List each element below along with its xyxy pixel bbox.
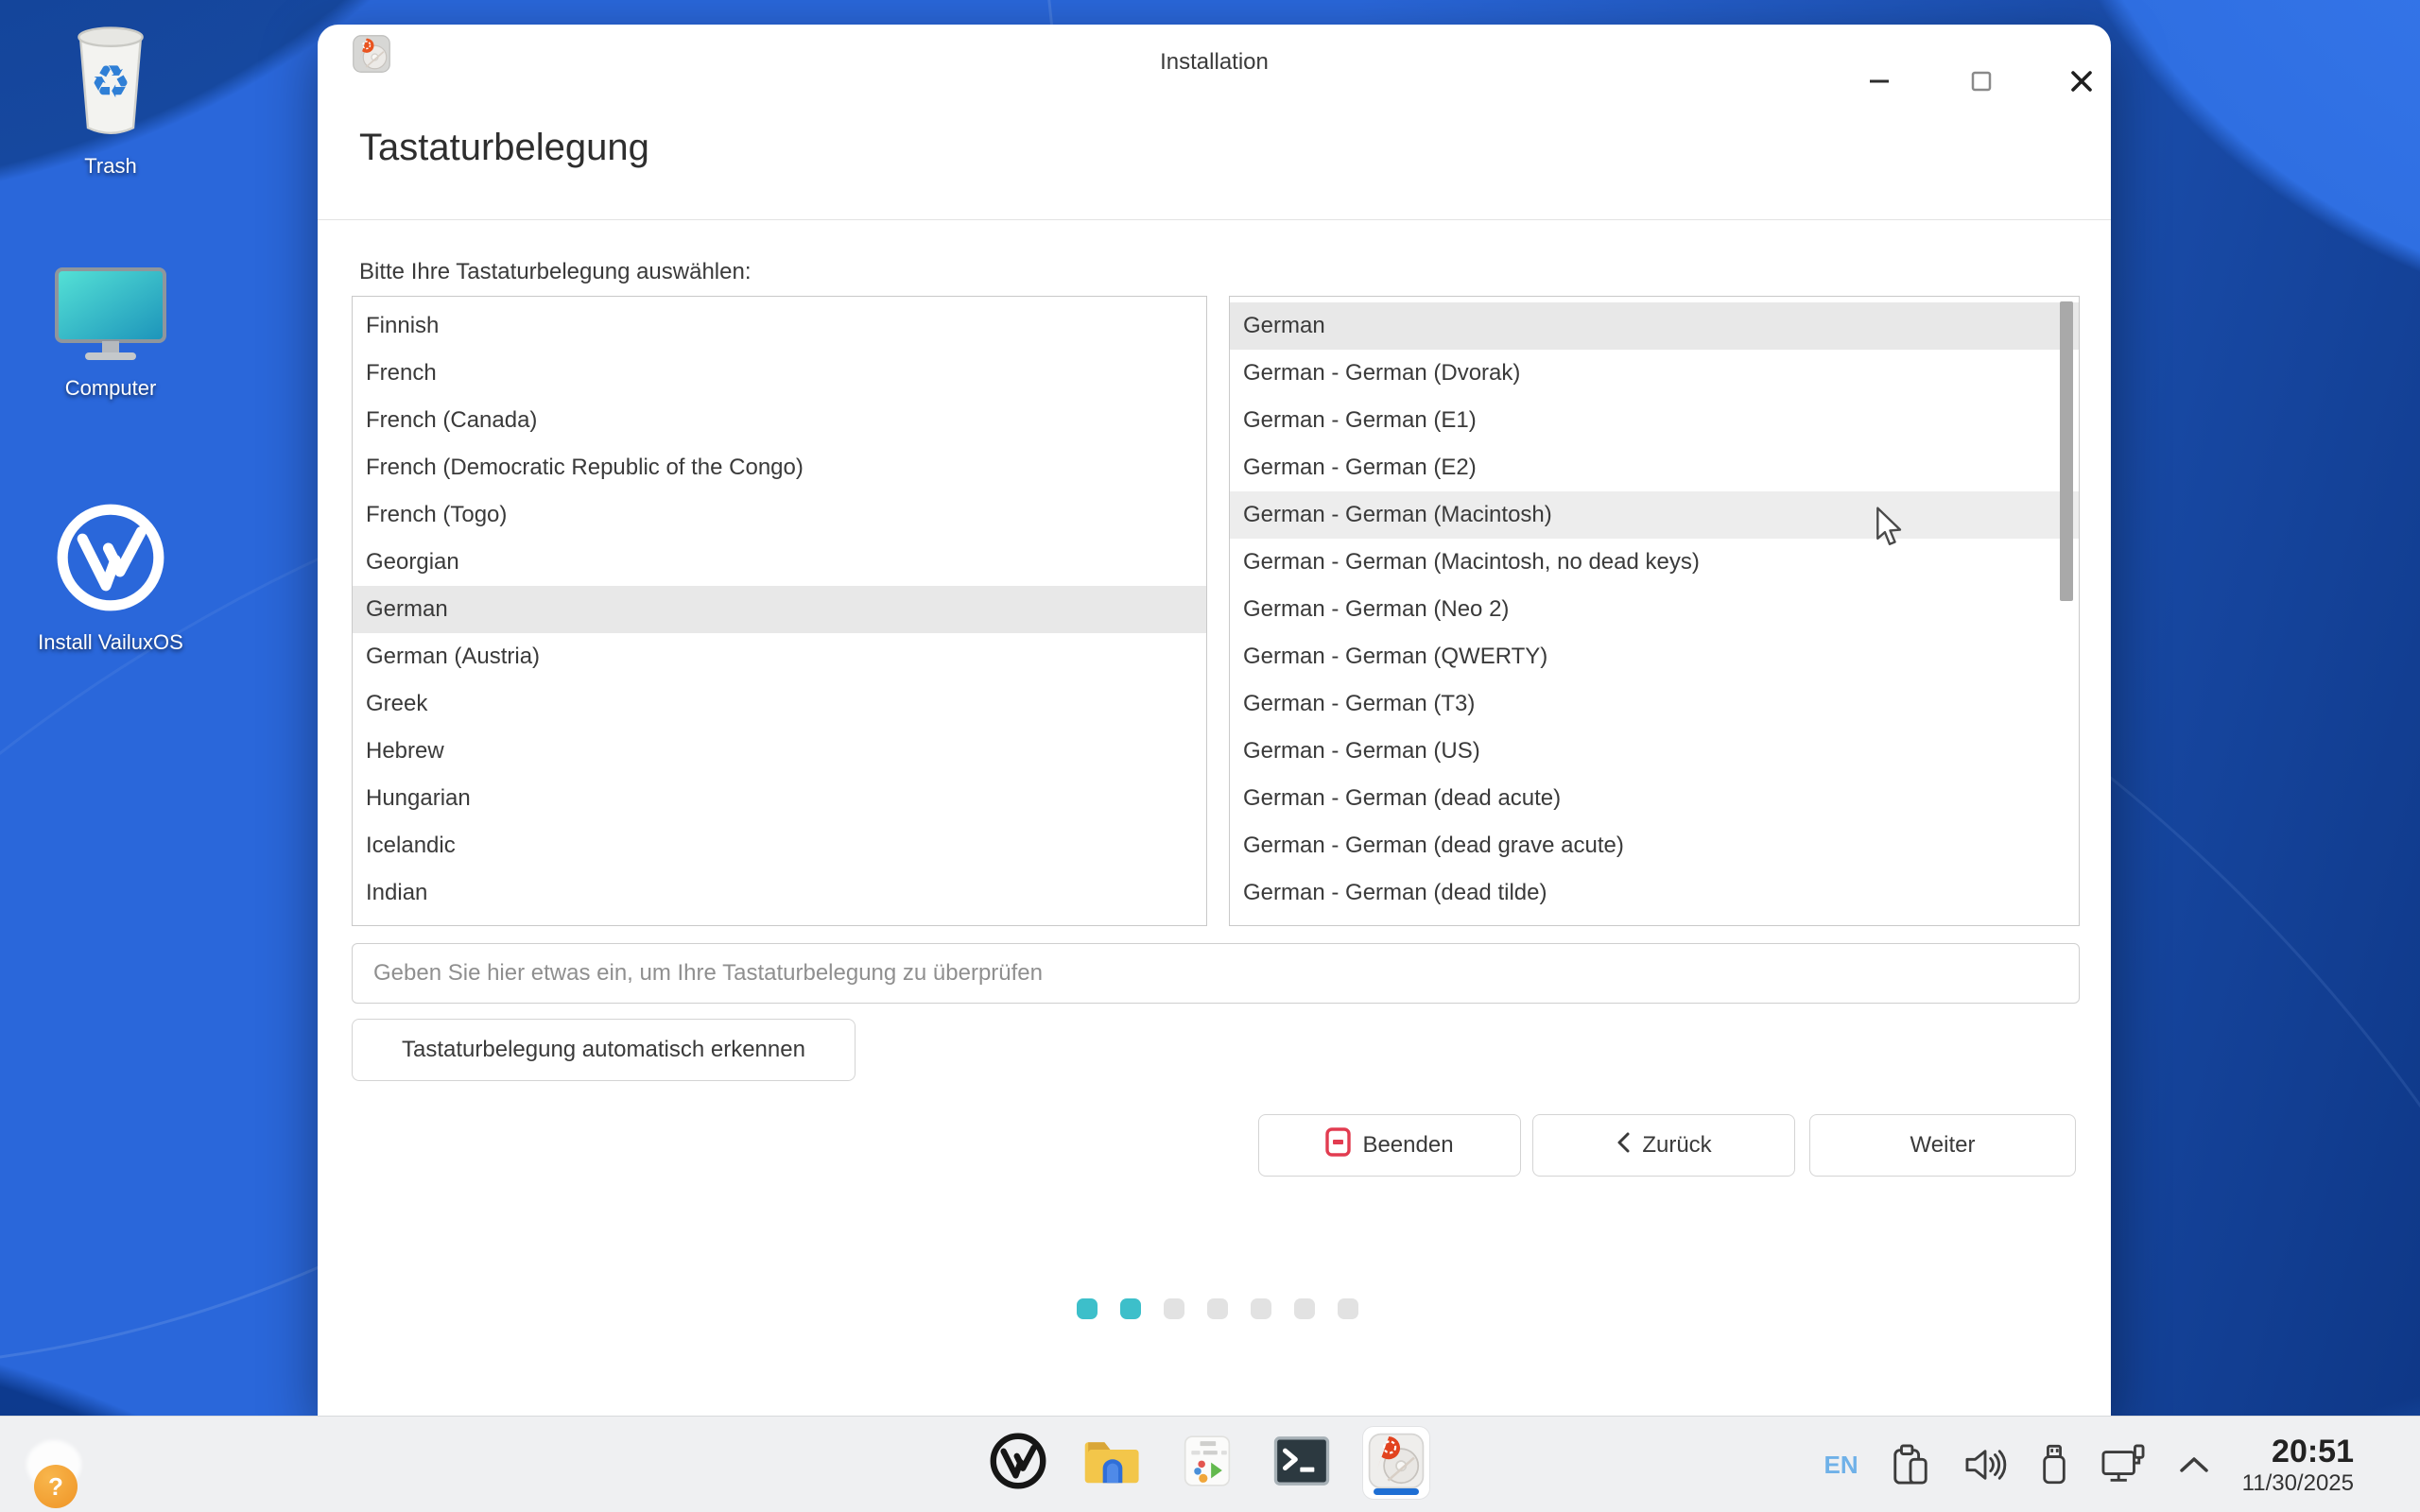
variant-list-item[interactable]: German - German (Dvorak) <box>1230 350 2079 397</box>
close-button[interactable] <box>2061 60 2102 102</box>
desktop-icon-install-vailuxos[interactable]: Install VailuxOS <box>16 499 205 655</box>
usb-device-icon[interactable] <box>2040 1443 2068 1486</box>
variant-list-item[interactable]: German <box>1230 302 2079 350</box>
computer-icon <box>30 350 191 366</box>
taskbar-menu-button[interactable] <box>984 1426 1052 1500</box>
help-icon[interactable]: ? <box>34 1465 78 1508</box>
variant-list-item[interactable]: German - German (US) <box>1230 728 2079 775</box>
scrollbar-thumb[interactable] <box>2060 301 2073 601</box>
language-list-item[interactable]: Hebrew <box>353 728 1206 775</box>
installer-app-icon <box>1367 1432 1426 1495</box>
terminal-icon <box>1273 1435 1330 1491</box>
progress-dot <box>1120 1298 1141 1319</box>
window-title: Installation <box>318 49 2111 76</box>
active-window-indicator <box>1374 1488 1419 1495</box>
chevron-left-icon <box>1616 1131 1631 1160</box>
language-list-item[interactable]: French <box>353 350 1206 397</box>
help-applet[interactable]: ? <box>26 1440 85 1497</box>
taskbar-terminal-button[interactable] <box>1268 1426 1336 1500</box>
variant-list-item[interactable]: German - German (QWERTY) <box>1230 633 2079 680</box>
variant-list-item[interactable]: German - German (dead grave acute) <box>1230 822 2079 869</box>
taskbar-software-button[interactable] <box>1173 1426 1241 1500</box>
language-list-item[interactable]: German <box>353 586 1206 633</box>
taskbar-files-button[interactable] <box>1079 1426 1147 1500</box>
page-title: Tastaturbelegung <box>359 127 649 169</box>
clock[interactable]: 20:51 11/30/2025 <box>2242 1434 2354 1497</box>
trash-icon: ♻ <box>60 128 161 144</box>
maximize-button[interactable] <box>1961 60 2002 102</box>
quit-icon <box>1325 1127 1351 1163</box>
quit-button-label: Beenden <box>1362 1132 1453 1159</box>
taskbar: EN <box>0 1416 2420 1512</box>
language-list-item[interactable]: Indian <box>353 869 1206 917</box>
language-list-item[interactable]: Finnish <box>353 302 1206 350</box>
language-list-item[interactable]: Greek <box>353 680 1206 728</box>
desktop-icon-computer[interactable]: Computer <box>16 267 205 401</box>
desktop: ♻ Trash Computer Install Vailux <box>0 0 2420 1512</box>
language-list-item[interactable]: Icelandic <box>353 822 1206 869</box>
language-list-item[interactable]: Hungarian <box>353 775 1206 822</box>
variant-list-item[interactable]: German - German (T3) <box>1230 680 2079 728</box>
language-list-item[interactable]: French (Canada) <box>353 397 1206 444</box>
desktop-icon-label: Install VailuxOS <box>16 630 205 655</box>
autodetect-button-label: Tastaturbelegung automatisch erkennen <box>402 1037 805 1063</box>
progress-dot <box>1164 1298 1184 1319</box>
keyboard-prompt-label: Bitte Ihre Tastaturbelegung auswählen: <box>359 259 752 285</box>
chevron-up-icon[interactable] <box>2178 1455 2210 1474</box>
display-connect-icon[interactable] <box>2100 1444 2146 1486</box>
progress-dot <box>1338 1298 1358 1319</box>
variant-list-item[interactable]: German - German (Macintosh, no dead keys… <box>1230 539 2079 586</box>
keyboard-layout-indicator[interactable]: EN <box>1824 1451 1858 1480</box>
keyboard-test-input[interactable] <box>352 943 2080 1004</box>
clipboard-icon[interactable] <box>1891 1443 1930 1486</box>
taskbar-installer-button[interactable] <box>1362 1426 1430 1500</box>
software-center-icon <box>1179 1433 1236 1494</box>
vailuxos-logo-icon <box>52 604 169 620</box>
language-list-item[interactable]: French (Democratic Republic of the Congo… <box>353 444 1206 491</box>
back-button[interactable]: Zurück <box>1532 1114 1795 1177</box>
variant-list[interactable]: GermanGerman - German (Dvorak)German - G… <box>1229 296 2080 926</box>
back-button-label: Zurück <box>1642 1132 1711 1159</box>
desktop-icon-label: Trash <box>16 154 205 179</box>
language-list-item[interactable]: Georgian <box>353 539 1206 586</box>
language-list-item[interactable]: French (Togo) <box>353 491 1206 539</box>
variant-list-item[interactable]: German - German (E1) <box>1230 397 2079 444</box>
minimize-button[interactable] <box>1858 60 1900 102</box>
desktop-icon-label: Computer <box>16 376 205 401</box>
progress-dots <box>1077 1298 1358 1319</box>
svg-text:♻: ♻ <box>90 56 130 109</box>
vailuxos-menu-icon <box>988 1431 1048 1496</box>
progress-dot <box>1251 1298 1271 1319</box>
clock-time: 20:51 <box>2242 1434 2354 1470</box>
language-list[interactable]: FinnishFrenchFrench (Canada)French (Demo… <box>352 296 1207 926</box>
language-list-item[interactable]: German (Austria) <box>353 633 1206 680</box>
installer-window: Installation Tastaturbelegung Bitte Ihre… <box>318 25 2111 1416</box>
variant-list-item[interactable]: German - German (Neo 2) <box>1230 586 2079 633</box>
autodetect-button[interactable]: Tastaturbelegung automatisch erkennen <box>352 1019 856 1081</box>
desktop-icon-trash[interactable]: ♻ Trash <box>16 19 205 179</box>
variant-list-item[interactable]: German - German (dead tilde) <box>1230 869 2079 917</box>
window-titlebar[interactable]: Installation <box>318 25 2111 113</box>
variant-list-item[interactable]: German - German (E2) <box>1230 444 2079 491</box>
progress-dot <box>1294 1298 1315 1319</box>
variant-list-item[interactable]: German - German (dead acute) <box>1230 775 2079 822</box>
quit-button[interactable]: Beenden <box>1258 1114 1521 1177</box>
clock-date: 11/30/2025 <box>2242 1470 2354 1497</box>
volume-icon[interactable] <box>1962 1446 2008 1484</box>
header-separator <box>318 219 2111 220</box>
progress-dot <box>1207 1298 1228 1319</box>
next-button[interactable]: Weiter <box>1809 1114 2076 1177</box>
file-manager-icon <box>1083 1435 1142 1491</box>
next-button-label: Weiter <box>1910 1132 1976 1159</box>
progress-dot <box>1077 1298 1098 1319</box>
variant-list-item[interactable]: German - German (Macintosh) <box>1230 491 2079 539</box>
